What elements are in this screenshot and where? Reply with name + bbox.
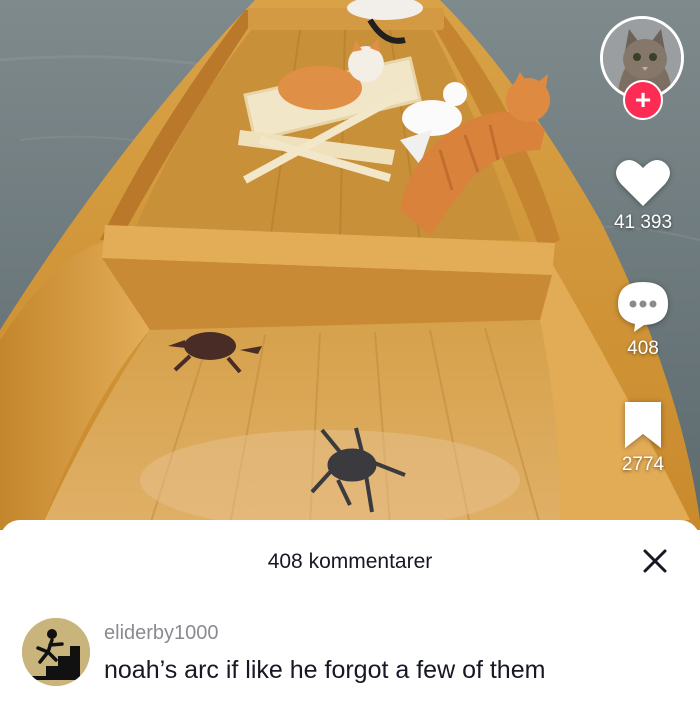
close-icon bbox=[643, 549, 667, 573]
save-count: 2774 bbox=[621, 454, 665, 475]
follow-button[interactable]: + bbox=[623, 80, 663, 120]
comments-title: 408 kommentarer bbox=[267, 550, 433, 573]
heart-icon bbox=[616, 159, 670, 206]
comments-button[interactable]: 408 bbox=[598, 280, 688, 360]
stairs-fall-avatar-icon bbox=[22, 618, 90, 686]
bookmark-icon bbox=[625, 402, 661, 448]
like-button[interactable]: 41 393 bbox=[598, 158, 688, 234]
comments-header: 408 kommentarer bbox=[0, 542, 700, 582]
plus-icon: + bbox=[634, 84, 652, 115]
save-button[interactable]: 2774 bbox=[598, 400, 688, 476]
like-count: 41 393 bbox=[613, 212, 673, 233]
comment-bubble-icon bbox=[618, 282, 668, 332]
commenter-avatar[interactable] bbox=[22, 618, 90, 686]
comment-item: eliderby1000 noah’s arc if like he forgo… bbox=[22, 618, 682, 698]
comment-text: noah’s arc if like he forgot a few of th… bbox=[104, 656, 546, 684]
close-button[interactable] bbox=[638, 544, 672, 578]
commenter-username[interactable]: eliderby1000 bbox=[104, 622, 219, 645]
comments-sheet: 408 kommentarer eliderby1000 noah’s arc … bbox=[0, 520, 700, 714]
comment-count: 408 bbox=[627, 338, 659, 359]
video-frame-image bbox=[0, 0, 700, 530]
video-player[interactable]: + 41 393 408 2774 bbox=[0, 0, 700, 530]
